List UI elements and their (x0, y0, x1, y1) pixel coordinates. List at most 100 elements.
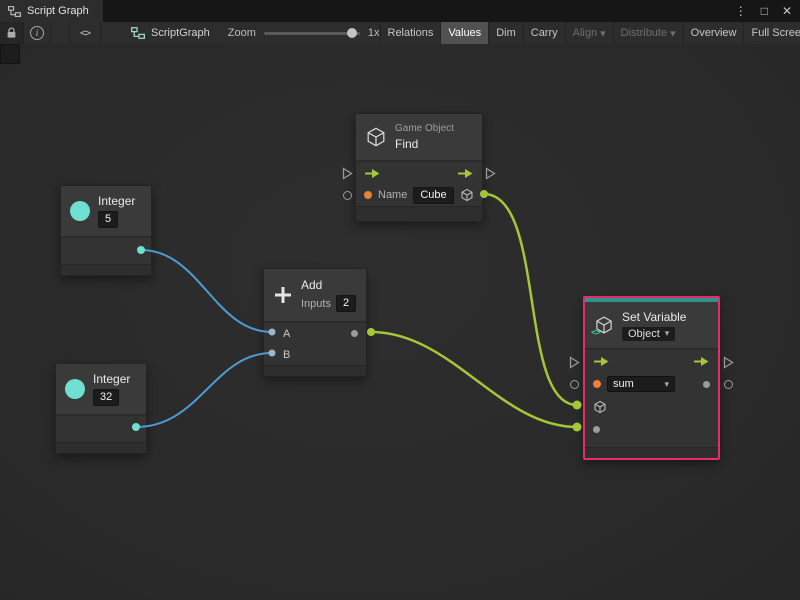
wire-integer32-to-add-b[interactable] (136, 353, 272, 427)
window-menu-icon[interactable]: ⋮ (735, 4, 747, 18)
toolbar-button-distribute[interactable]: Distribute▾ (613, 22, 683, 44)
string-port[interactable] (364, 191, 372, 199)
add-result-port[interactable] (351, 330, 358, 337)
node-set-variable[interactable]: <> Set Variable Object ▾ (583, 296, 720, 460)
wire-add-to-setvariable-value[interactable] (371, 332, 577, 427)
integer-type-icon (70, 201, 90, 221)
node-title: Integer (98, 194, 135, 208)
setvariable-value-input-dot[interactable] (573, 423, 582, 432)
port-row-a: A (264, 323, 366, 344)
value-in-circle-port[interactable] (343, 191, 352, 200)
integer-type-icon (65, 379, 85, 399)
zoom-group: Zoom 1x (228, 22, 380, 44)
node-title: Set Variable (622, 310, 686, 324)
graph-canvas[interactable]: Integer 5 Integer 32 (0, 44, 800, 600)
object-target-row (585, 396, 718, 418)
graph-asset-icon (131, 27, 145, 39)
integer-value-field[interactable]: 32 (93, 389, 119, 406)
inputs-label: Inputs (301, 298, 331, 310)
flow-row (585, 350, 718, 372)
gameobject-icon (365, 126, 387, 148)
flow-out-triangle-port[interactable] (723, 356, 734, 369)
graph-tab-icon (8, 6, 21, 17)
lock-icon (6, 27, 17, 39)
title-bar: Script Graph ⋮ □ ✕ (0, 0, 800, 22)
value-out-circle-port[interactable] (724, 380, 733, 389)
canvas-corner-button[interactable] (0, 44, 20, 64)
view-buttons-group: Relations Values Dim Carry Align▾ Distri… (380, 22, 800, 44)
flow-row (356, 162, 482, 184)
maximize-icon[interactable]: □ (761, 4, 768, 18)
toolbar-button-fullscreen[interactable]: Full Screen (743, 22, 800, 44)
chevron-down-icon: ▾ (664, 379, 669, 390)
wire-find-to-setvariable-object[interactable] (484, 194, 577, 405)
plus-icon (273, 285, 293, 305)
value-out-port[interactable] (703, 381, 710, 388)
flow-out-triangle-port[interactable] (485, 167, 496, 180)
setvariable-object-input-dot[interactable] (573, 401, 582, 410)
flow-out-port[interactable] (457, 168, 474, 179)
integer-value-field[interactable]: 5 (98, 211, 118, 228)
chevron-down-icon: ▾ (665, 328, 670, 339)
name-label: Name (378, 189, 407, 201)
flow-out-port[interactable] (693, 356, 710, 367)
variable-icon: <> (594, 315, 614, 335)
zoom-slider-handle[interactable] (347, 28, 357, 38)
unity-script-graph-window: Script Graph ⋮ □ ✕ i <> (0, 0, 800, 600)
inputs-count-field[interactable]: 2 (336, 295, 356, 312)
zoom-value: 1x (368, 27, 380, 39)
node-integer-b[interactable]: Integer 32 (55, 363, 147, 454)
info-button[interactable]: i (24, 22, 51, 44)
port-a-label: A (283, 328, 290, 340)
node-title: Find (395, 137, 454, 151)
script-graph-tab[interactable]: Script Graph (0, 0, 103, 22)
node-title: Integer (93, 372, 130, 386)
code-icon: <> (591, 328, 600, 338)
variable-scope-dropdown[interactable]: Object ▾ (622, 327, 675, 341)
flow-in-triangle-port[interactable] (342, 167, 353, 180)
gameobject-output-port-icon[interactable] (460, 188, 474, 202)
toolbar-button-dim[interactable]: Dim (488, 22, 523, 44)
port-b-label: B (283, 349, 290, 361)
name-value-field[interactable]: Cube (413, 187, 453, 204)
variable-name-row: sum ▾ (585, 372, 718, 396)
graph-toolbar: i <> ScriptGraph Zoom 1x Relat (0, 22, 800, 45)
toolbar-button-values[interactable]: Values (440, 22, 488, 44)
toolbar-button-carry[interactable]: Carry (523, 22, 565, 44)
flow-in-port[interactable] (593, 356, 610, 367)
toolbar-button-relations[interactable]: Relations (380, 22, 441, 44)
node-title: Add (301, 278, 356, 292)
toolbar-button-align[interactable]: Align▾ (565, 22, 613, 44)
variable-name-dropdown[interactable]: sum ▾ (607, 376, 675, 392)
wire-integer5-to-add-a[interactable] (141, 250, 272, 332)
name-input-row: Name Cube (356, 184, 482, 206)
value-in-circle-port[interactable] (570, 380, 579, 389)
gameobject-input-port-icon[interactable] (593, 400, 607, 414)
string-port[interactable] (593, 380, 601, 388)
zoom-slider[interactable] (264, 22, 360, 44)
value-input-row (585, 418, 718, 440)
graph-name-label: ScriptGraph (151, 27, 210, 39)
code-preview-button[interactable]: <> (69, 22, 101, 44)
zoom-label: Zoom (228, 27, 256, 39)
node-integer-a[interactable]: Integer 5 (60, 185, 152, 276)
port-row-b: B (264, 344, 366, 365)
flow-in-port[interactable] (364, 168, 381, 179)
node-category: Game Object (395, 123, 454, 134)
node-gameobject-find[interactable]: Game Object Find Name Cube (355, 113, 483, 222)
tab-title: Script Graph (27, 5, 89, 17)
window-controls: ⋮ □ ✕ (735, 0, 792, 22)
value-in-port[interactable] (593, 426, 600, 433)
info-icon: i (30, 26, 44, 40)
close-icon[interactable]: ✕ (782, 4, 792, 18)
graph-name-group: ScriptGraph (131, 22, 210, 44)
flow-in-triangle-port[interactable] (569, 356, 580, 369)
toolbar-button-overview[interactable]: Overview (683, 22, 744, 44)
code-icon: <> (80, 28, 90, 39)
chevron-down-icon: ▾ (600, 27, 606, 40)
add-output-dot[interactable] (367, 328, 375, 336)
zoom-slider-track (264, 32, 360, 35)
lock-button[interactable] (0, 22, 24, 44)
node-add[interactable]: Add Inputs 2 A B (263, 268, 367, 377)
chevron-down-icon: ▾ (670, 27, 676, 40)
